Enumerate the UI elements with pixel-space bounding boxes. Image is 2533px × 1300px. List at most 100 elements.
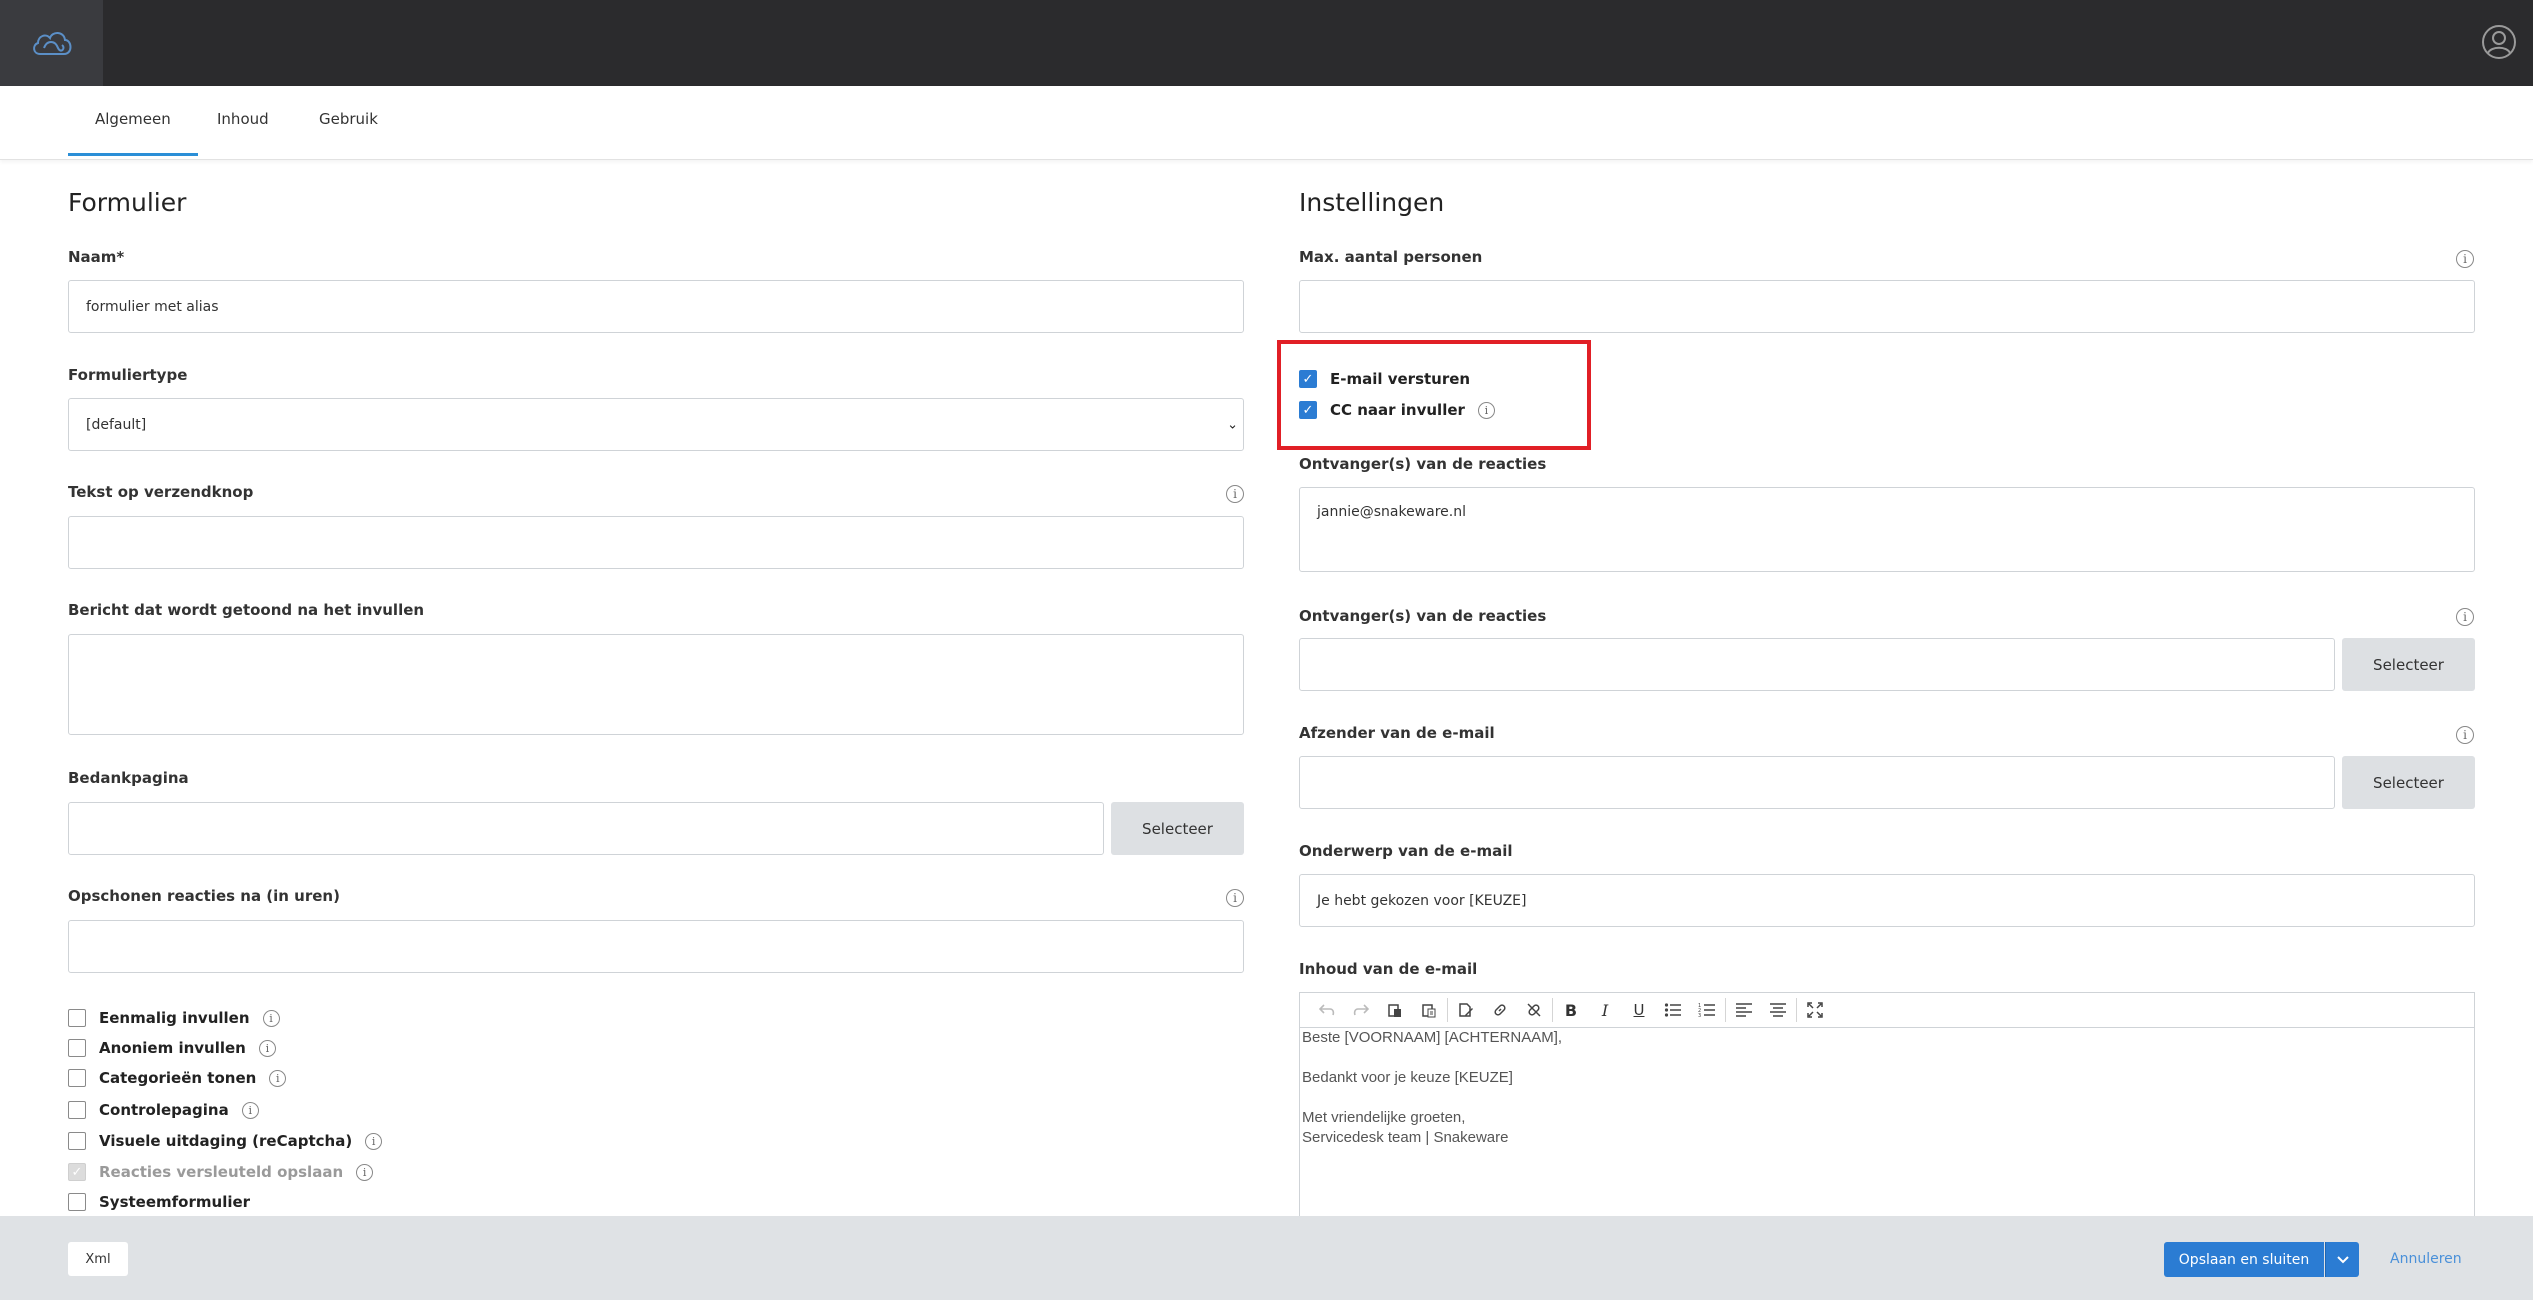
save-and-close-button[interactable]: Opslaan en sluiten — [2164, 1242, 2324, 1277]
info-icon[interactable]: i — [2456, 608, 2474, 626]
ontvangers-selecteer-button[interactable]: Selecteer — [2342, 638, 2475, 691]
ontvangers-label: Ontvanger(s) van de reacties — [1299, 455, 1547, 473]
info-icon[interactable]: i — [2456, 250, 2474, 268]
controlepagina-checkbox[interactable] — [68, 1101, 86, 1119]
checkbox-label: E-mail versturen — [1330, 370, 1471, 388]
fullscreen-icon[interactable] — [1798, 995, 1832, 1025]
tab-gebruik[interactable]: Gebruik — [292, 86, 405, 156]
info-icon[interactable]: i — [356, 1163, 374, 1181]
info-icon[interactable]: i — [258, 1039, 276, 1057]
systeemformulier-checkbox[interactable] — [68, 1193, 86, 1211]
checkbox-label: Controlepagina — [99, 1101, 229, 1119]
bedankpagina-input[interactable] — [68, 802, 1104, 855]
editor-line: Beste [VOORNAAM] [ACHTERNAAM], — [1302, 1029, 1563, 1046]
cancel-link[interactable]: Annuleren — [2390, 1242, 2462, 1277]
versleuteld-checkbox: ✓ — [68, 1163, 86, 1181]
unlink-icon[interactable] — [1517, 995, 1551, 1025]
afzender-input[interactable] — [1299, 756, 2335, 809]
numbered-list-icon[interactable]: 123 — [1690, 995, 1724, 1025]
info-icon[interactable]: i — [1226, 485, 1244, 503]
chevron-down-icon: ⌄ — [1227, 417, 1238, 432]
info-icon[interactable]: i — [2456, 726, 2474, 744]
info-icon[interactable]: i — [241, 1101, 259, 1119]
formuliertype-select[interactable]: [default] ⌄ — [68, 398, 1244, 451]
ontvangers-input[interactable] — [1299, 638, 2335, 691]
bedankpagina-label: Bedankpagina — [68, 769, 189, 787]
toolbar-divider — [1552, 998, 1553, 1022]
align-center-icon[interactable] — [1761, 995, 1795, 1025]
toolbar-divider — [1796, 998, 1797, 1022]
checkbox-row: ✓ E-mail versturen — [1299, 369, 1470, 389]
top-bar — [0, 0, 2533, 86]
paste-icon[interactable] — [1378, 995, 1412, 1025]
editor-content[interactable]: Beste [VOORNAAM] [ACHTERNAAM], Bedankt v… — [1300, 1028, 2474, 1148]
bericht-label: Bericht dat wordt getoond na het invulle… — [68, 601, 425, 619]
info-icon[interactable]: i — [262, 1009, 280, 1027]
toolbar-divider — [1725, 998, 1726, 1022]
anoniem-checkbox[interactable] — [68, 1039, 86, 1057]
tab-bar: Algemeen Inhoud Gebruik — [0, 86, 2533, 160]
toolbar-divider — [1447, 998, 1448, 1022]
bericht-textarea[interactable] — [68, 634, 1244, 735]
checkbox-label: Visuele uitdaging (reCaptcha) — [99, 1132, 353, 1150]
checkbox-row: Eenmalig invullen i — [68, 1008, 280, 1028]
tekst-verzendknop-input[interactable] — [68, 516, 1244, 569]
bullet-list-icon[interactable] — [1656, 995, 1690, 1025]
afzender-label: Afzender van de e-mail — [1299, 724, 1495, 742]
checkbox-row: ✓ Reacties versleuteld opslaan i — [68, 1162, 374, 1182]
checkbox-row: Systeemformulier — [68, 1192, 250, 1212]
xml-button[interactable]: Xml — [68, 1242, 128, 1276]
categorieen-checkbox[interactable] — [68, 1069, 86, 1087]
user-icon[interactable] — [2481, 24, 2517, 60]
editor-line — [1302, 1048, 2474, 1068]
bold-icon[interactable]: B — [1554, 995, 1588, 1025]
info-icon[interactable]: i — [269, 1069, 287, 1087]
editor-line — [1302, 1088, 2474, 1108]
onderwerp-label: Onderwerp van de e-mail — [1299, 842, 1513, 860]
checkbox-row: Anoniem invullen i — [68, 1038, 276, 1058]
instellingen-title: Instellingen — [1299, 188, 1445, 217]
italic-icon[interactable]: I — [1588, 995, 1622, 1025]
inhoud-label: Inhoud van de e-mail — [1299, 960, 1478, 978]
paste-text-icon[interactable] — [1412, 995, 1446, 1025]
undo-icon[interactable] — [1310, 995, 1344, 1025]
info-icon[interactable]: i — [1226, 889, 1244, 907]
link-icon[interactable] — [1483, 995, 1517, 1025]
svg-text:3: 3 — [1698, 1013, 1701, 1018]
naam-input[interactable]: formulier met alias — [68, 280, 1244, 333]
editor-toolbar: B I U 123 — [1300, 993, 2474, 1028]
bedankpagina-selecteer-button[interactable]: Selecteer — [1111, 802, 1244, 855]
tab-inhoud[interactable]: Inhoud — [190, 86, 296, 156]
cc-invuller-checkbox[interactable]: ✓ — [1299, 401, 1317, 419]
checkbox-row: Visuele uitdaging (reCaptcha) i — [68, 1131, 383, 1151]
ontvangers-select-label: Ontvanger(s) van de reacties — [1299, 607, 1547, 625]
formulier-title: Formulier — [68, 188, 187, 217]
ontvangers-textarea[interactable]: jannie@snakeware.nl — [1299, 487, 2475, 572]
formuliertype-value: [default] — [86, 416, 147, 433]
checkbox-label: Systeemformulier — [99, 1193, 251, 1211]
checkbox-label: Eenmalig invullen — [99, 1009, 250, 1027]
recaptcha-checkbox[interactable] — [68, 1132, 86, 1150]
underline-icon[interactable]: U — [1622, 995, 1656, 1025]
checkbox-row: Controlepagina i — [68, 1100, 259, 1120]
home-logo-button[interactable] — [0, 0, 103, 86]
paste-word-icon[interactable] — [1449, 995, 1483, 1025]
email-versturen-checkbox[interactable]: ✓ — [1299, 370, 1317, 388]
checkbox-label: Categorieën tonen — [99, 1069, 257, 1087]
editor-line: Met vriendelijke groeten, — [1302, 1109, 1466, 1126]
tab-algemeen[interactable]: Algemeen — [68, 86, 198, 156]
tekst-label: Tekst op verzendknop — [68, 483, 254, 501]
checkbox-label: Reacties versleuteld opslaan — [99, 1163, 344, 1181]
redo-icon[interactable] — [1344, 995, 1378, 1025]
editor-line: Servicedesk team | Snakeware — [1302, 1129, 1509, 1146]
checkbox-row: ✓ CC naar invuller i — [1299, 400, 1495, 420]
eenmalig-checkbox[interactable] — [68, 1009, 86, 1027]
info-icon[interactable]: i — [365, 1132, 383, 1150]
max-personen-input[interactable] — [1299, 280, 2475, 333]
info-icon[interactable]: i — [1477, 401, 1495, 419]
align-left-icon[interactable] — [1727, 995, 1761, 1025]
save-options-dropdown[interactable] — [2325, 1242, 2359, 1277]
opschonen-input[interactable] — [68, 920, 1244, 973]
onderwerp-input[interactable]: Je hebt gekozen voor [KEUZE] — [1299, 874, 2475, 927]
afzender-selecteer-button[interactable]: Selecteer — [2342, 756, 2475, 809]
